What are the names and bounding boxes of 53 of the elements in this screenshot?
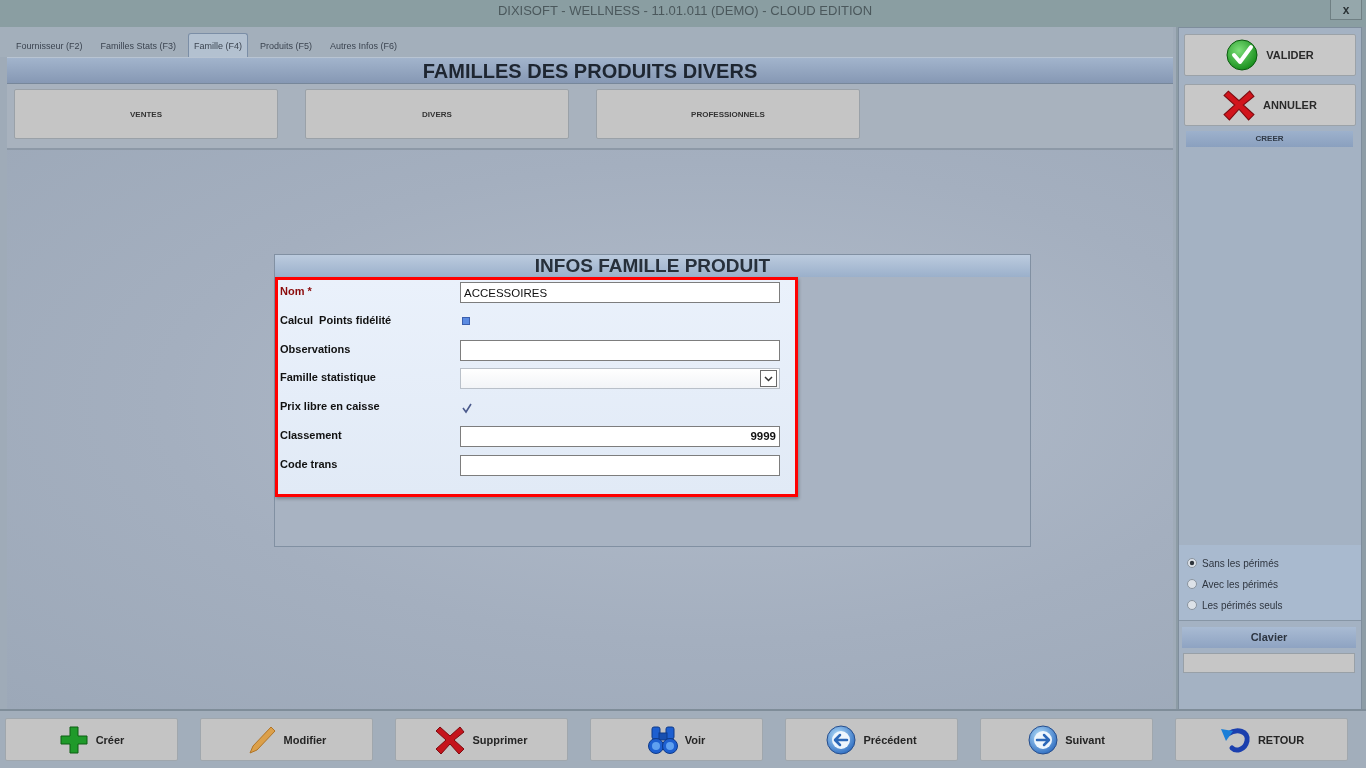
section-header: Clavier	[1182, 627, 1356, 648]
binoculars-icon	[647, 724, 678, 755]
keyboard-input-field[interactable]	[1183, 653, 1355, 673]
field-label: Famille statistique	[280, 370, 376, 385]
close-button[interactable]: x	[1330, 0, 1362, 20]
tab[interactable]: Autres Infos (F6)	[324, 33, 404, 57]
window-title: DIXISOFT - WELLNESS - 11.01.011 (DEMO) - CLOUD EDITION	[496, 2, 874, 20]
tab[interactable]: Familles Stats (F3)	[94, 33, 183, 57]
tab[interactable]: Famille (F4)	[188, 33, 249, 57]
text-field[interactable]: ACCESSOIRES	[460, 282, 780, 303]
radio-option[interactable]: Les périmés seuls	[1187, 597, 1361, 613]
checkbox[interactable]	[462, 316, 470, 325]
plus-icon	[58, 724, 89, 755]
text-field[interactable]	[460, 454, 780, 476]
tab[interactable]: Produits (F5)	[254, 33, 319, 57]
check-circle-icon	[1226, 39, 1259, 71]
chevron-down-icon[interactable]	[760, 370, 777, 388]
toolbar-button[interactable]: RETOUR	[1175, 718, 1348, 761]
toolbar-button[interactable]: Supprimer	[395, 718, 568, 761]
validate-button[interactable]: VALIDER	[1184, 34, 1356, 76]
field-label: Observations	[280, 341, 351, 356]
field-label: Nom *	[280, 284, 312, 298]
left-arrow-circle-icon	[826, 724, 857, 755]
family-button[interactable]: VENTES	[14, 89, 278, 139]
text-field[interactable]: 9999	[460, 426, 780, 447]
field-label: Code trans	[280, 456, 338, 471]
radio-button[interactable]	[1187, 558, 1197, 568]
radio-button[interactable]	[1187, 579, 1197, 589]
field-label: Prix libre en caisse	[280, 399, 380, 414]
radio-option[interactable]: Avec les périmés	[1187, 576, 1361, 592]
x-icon	[435, 724, 466, 755]
family-button[interactable]: DIVERS	[305, 89, 569, 139]
x-icon	[1223, 89, 1256, 121]
cancel-button[interactable]: ANNULER	[1184, 84, 1356, 126]
tab[interactable]: Fournisseur (F2)	[10, 33, 89, 57]
right-arrow-circle-icon	[1028, 724, 1059, 755]
text-field[interactable]	[460, 339, 780, 361]
pencil-icon	[246, 724, 277, 755]
field-label: Classement	[280, 428, 342, 442]
toolbar-button[interactable]: Suivant	[980, 718, 1153, 761]
family-button[interactable]: PROFESSIONNELS	[596, 89, 860, 139]
radio-button[interactable]	[1187, 600, 1197, 610]
panel-header: INFOS FAMILLE PRODUIT	[275, 255, 1030, 277]
dropdown-field[interactable]	[460, 368, 780, 390]
section-header: FAMILLES DES PRODUITS DIVERS	[7, 57, 1173, 84]
toolbar-button[interactable]: Précédent	[785, 718, 958, 761]
radio-option[interactable]: Sans les périmés	[1187, 555, 1361, 571]
toolbar-button[interactable]: Modifier	[200, 718, 373, 761]
section-header: CREER	[1186, 131, 1353, 147]
toolbar-button[interactable]: Créer	[5, 718, 178, 761]
checkbox[interactable]	[462, 403, 472, 415]
toolbar-button[interactable]: Voir	[590, 718, 763, 761]
field-label: Calcul Points fidélité	[280, 312, 392, 327]
